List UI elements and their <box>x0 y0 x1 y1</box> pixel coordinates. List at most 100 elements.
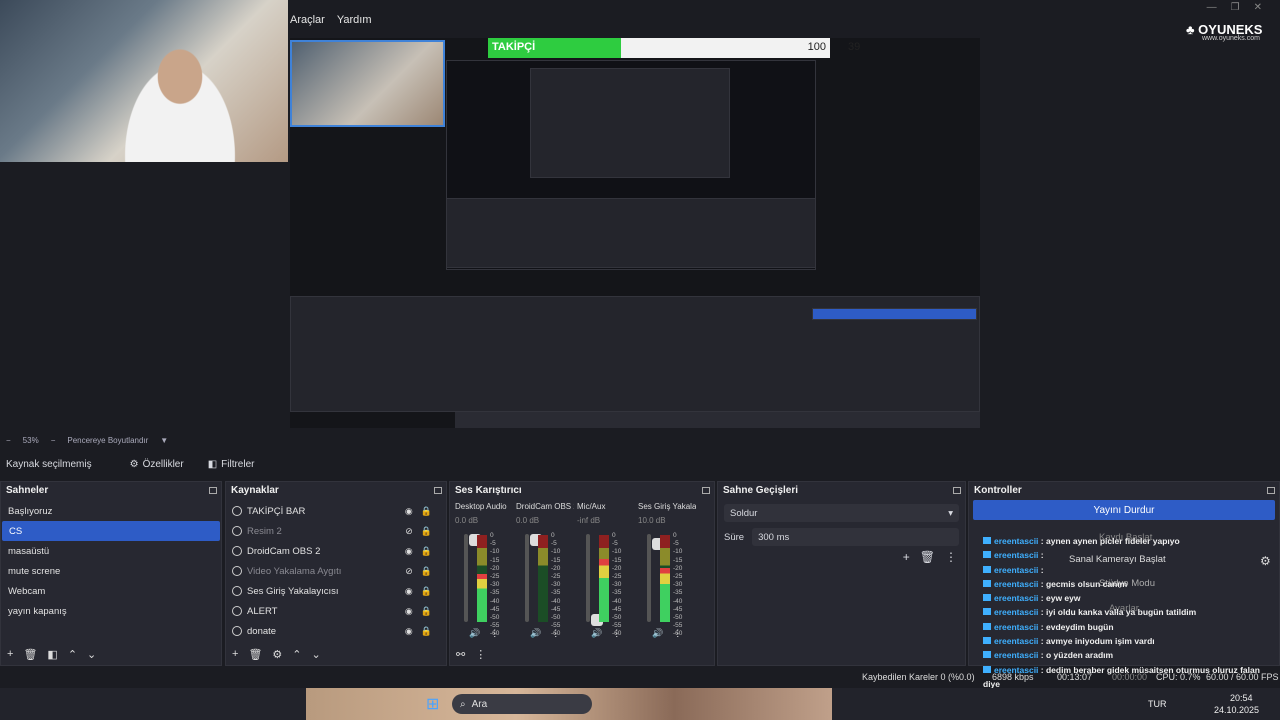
more-icon[interactable]: ⋮ <box>612 628 621 639</box>
more-icon[interactable]: ⋮ <box>551 628 560 639</box>
trash-icon[interactable]: 🗑 <box>23 648 37 661</box>
more-icon[interactable]: ⋮ <box>945 550 957 564</box>
obs-window: Araçlar Yardım — ❐ ✕ ♣ OYUNEKS www.oyune… <box>0 0 1280 720</box>
source-item[interactable]: TAKİPÇİ BAR ◉ 🔒 <box>226 501 446 521</box>
volume-meter <box>538 535 548 622</box>
scene-item[interactable]: Webcam <box>1 581 221 601</box>
popout-icon[interactable] <box>702 486 710 494</box>
scene-item[interactable]: CS <box>2 521 220 541</box>
recursive-preview-inner <box>530 68 730 178</box>
volume-fader[interactable] <box>586 534 603 626</box>
chat-message: ereentascii : evdeydim bugün <box>983 620 1273 634</box>
clock-time[interactable]: 20:54 <box>1230 693 1253 703</box>
scene-item[interactable]: masaüstü <box>1 541 221 561</box>
source-label: donate <box>247 625 277 637</box>
volume-fader[interactable] <box>464 534 481 622</box>
follower-label: TAKİPÇİ <box>492 41 536 53</box>
status-bar: Kaybedilen Kareler 0 (%0.0) 6898 kbps 00… <box>0 670 1280 686</box>
transition-select[interactable]: Soldur ▾ <box>724 504 959 522</box>
eye-icon[interactable]: ◉ <box>405 546 413 557</box>
stop-stream-button[interactable]: Yayını Durdur <box>973 500 1275 520</box>
more-icon[interactable]: ⋮ <box>490 628 499 639</box>
eye-icon[interactable]: ◉ <box>405 506 413 517</box>
lock-icon[interactable]: 🔒 <box>421 526 432 537</box>
source-item[interactable]: Ses Giriş Yakalayıcısı ◉ 🔒 <box>226 581 446 601</box>
scene-item[interactable]: yayın kapanış <box>1 601 221 621</box>
filter-icon[interactable]: ◧ <box>47 648 57 661</box>
duration-input[interactable]: 300 ms <box>752 528 959 546</box>
trash-icon[interactable]: 🗑 <box>248 648 262 661</box>
clock-date[interactable]: 24.10.2025 <box>1214 705 1259 715</box>
source-item[interactable]: donate ◉ 🔒 <box>226 621 446 641</box>
gear-icon: ⚙ <box>129 458 139 470</box>
transitions-title: Sahne Geçişleri <box>723 484 799 496</box>
mixer-channel: Ses Giriş Yakalayıcısı 10.0 dB 0-5-10-15-2… <box>638 502 696 647</box>
language-indicator[interactable]: TUR <box>1148 699 1167 709</box>
volume-fader[interactable] <box>647 534 664 622</box>
channel-db: 10.0 dB <box>638 516 666 525</box>
chevron-up-icon[interactable]: ⌃ <box>292 648 301 661</box>
trash-icon[interactable]: 🗑 <box>920 550 935 564</box>
speaker-icon[interactable]: 🔊 <box>652 628 663 639</box>
properties-button[interactable]: ⚙ Özellikler <box>124 457 190 472</box>
chevron-down-icon[interactable]: ▼ <box>160 436 168 445</box>
source-item[interactable]: Video Yakalama Aygıtı ⊘ 🔒 <box>226 561 446 581</box>
zoom-in-button[interactable]: − <box>51 436 56 445</box>
zoom-fit[interactable]: Pencereye Boyutlandır <box>67 436 148 445</box>
minimize-icon[interactable]: — <box>1207 2 1217 20</box>
add-icon[interactable]: + <box>232 648 238 661</box>
source-item[interactable]: ALERT ◉ 🔒 <box>226 601 446 621</box>
source-label: TAKİPÇİ BAR <box>247 505 306 517</box>
lock-icon[interactable]: 🔒 <box>421 606 432 617</box>
filters-button[interactable]: ◧ Filtreler <box>202 457 261 472</box>
chevron-down-icon[interactable]: ⌄ <box>312 648 321 661</box>
zoom-out-button[interactable]: − <box>6 436 11 445</box>
speaker-icon[interactable]: 🔊 <box>530 628 541 639</box>
popout-icon[interactable] <box>953 486 961 494</box>
lock-icon[interactable]: 🔒 <box>421 506 432 517</box>
maximize-icon[interactable]: ❐ <box>1231 2 1240 20</box>
twitch-icon <box>983 651 991 659</box>
source-item[interactable]: Resim 2 ⊘ 🔒 <box>226 521 446 541</box>
chevron-up-icon[interactable]: ⌃ <box>68 648 77 661</box>
zoom-level[interactable]: 53% <box>23 436 39 445</box>
link-icon[interactable]: ⚯ <box>456 648 465 661</box>
speaker-icon[interactable]: 🔊 <box>591 628 602 639</box>
lock-icon[interactable]: 🔒 <box>421 586 432 597</box>
eye-icon[interactable]: ◉ <box>405 626 413 637</box>
eye-off-icon[interactable]: ⊘ <box>405 566 413 577</box>
sources-title: Kaynaklar <box>231 484 279 496</box>
lock-icon[interactable]: 🔒 <box>421 546 432 557</box>
speaker-icon[interactable]: 🔊 <box>469 628 480 639</box>
volume-meter <box>599 535 609 622</box>
close-icon[interactable]: ✕ <box>1254 2 1262 20</box>
selection-label: Kaynak seçilmemiş <box>6 458 92 470</box>
scene-item[interactable]: Başlıyoruz <box>1 501 221 521</box>
chat-message: ereentascii : <box>983 563 1273 577</box>
scene-item[interactable]: mute screne <box>1 561 221 581</box>
chat-message: ereentascii : <box>983 548 1273 562</box>
preview-canvas[interactable]: TAKİPÇİ 39 100 <box>290 38 980 428</box>
taskbar-search[interactable]: ⌕ Ara <box>452 694 592 714</box>
eye-off-icon[interactable]: ⊘ <box>405 526 413 537</box>
popout-icon[interactable] <box>1267 486 1275 494</box>
logo-icon: ♣ <box>1186 22 1199 37</box>
volume-fader[interactable] <box>525 534 542 622</box>
more-icon[interactable]: ⋮ <box>673 628 682 639</box>
eye-icon[interactable]: ◉ <box>405 606 413 617</box>
menu-tools[interactable]: Araçlar <box>290 14 325 34</box>
eye-icon[interactable]: ◉ <box>405 586 413 597</box>
gear-icon[interactable]: ⚙ <box>272 648 282 661</box>
lock-icon[interactable]: 🔒 <box>421 566 432 577</box>
add-icon[interactable]: + <box>903 550 910 564</box>
windows-start-icon[interactable]: ⊞ <box>426 694 439 714</box>
add-icon[interactable]: + <box>7 648 13 661</box>
popout-icon[interactable] <box>209 486 217 494</box>
mixer-channel: Mic/Aux -inf dB 0 -5 -10 -15 -20 -25 -30 -35 -40 -4… <box>577 502 635 647</box>
more-icon[interactable]: ⋮ <box>475 648 486 661</box>
source-item[interactable]: DroidCam OBS 2 ◉ 🔒 <box>226 541 446 561</box>
popout-icon[interactable] <box>434 486 442 494</box>
chevron-down-icon[interactable]: ⌄ <box>87 648 96 661</box>
lock-icon[interactable]: 🔒 <box>421 626 432 637</box>
menu-help[interactable]: Yardım <box>337 14 372 34</box>
